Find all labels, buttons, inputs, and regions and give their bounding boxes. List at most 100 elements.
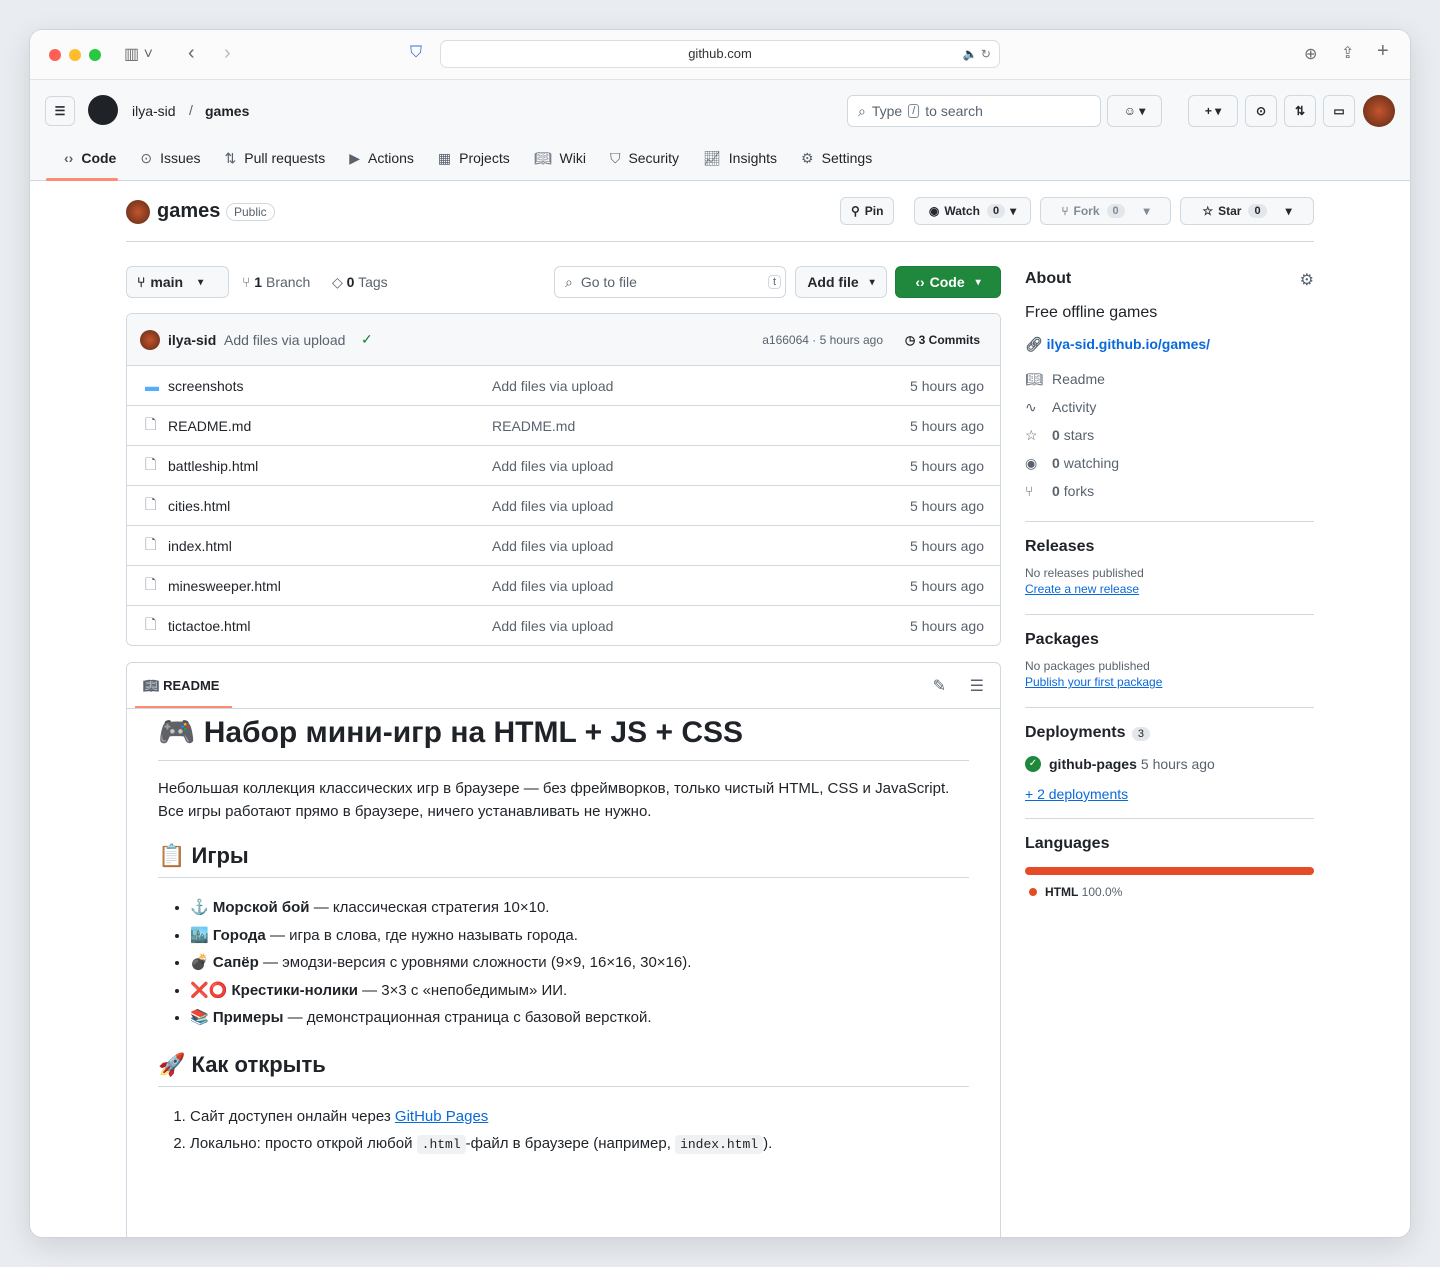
forward-icon[interactable]: › (224, 42, 231, 65)
commit-message[interactable]: Add files via upload (224, 332, 345, 348)
edit-icon[interactable]: ✎ (933, 676, 946, 696)
pin-button[interactable]: ⚲ Pin (840, 197, 895, 225)
language-item[interactable]: HTML 100.0% (1025, 885, 1122, 899)
file-commit-message[interactable]: Add files via upload (492, 458, 613, 474)
add-file-button[interactable]: Add file ▾ (795, 266, 887, 298)
more-deployments-link[interactable]: + 2 deployments (1025, 786, 1314, 802)
search-input[interactable]: ⌕ Type / to search (847, 95, 1101, 127)
share-icon[interactable]: ⇪ (1341, 43, 1354, 63)
branches-link[interactable]: ⑂ 1 Branch (242, 274, 310, 290)
step-text: -файл в браузере (например, (465, 1135, 676, 1152)
about-watching[interactable]: ◉ 0 watching (1025, 449, 1314, 477)
inbox-icon[interactable]: ▭ (1323, 95, 1355, 127)
file-name[interactable]: minesweeper.html (168, 578, 281, 594)
outline-icon[interactable]: ☰ (970, 676, 984, 696)
tab-security[interactable]: ⛉ Security (598, 144, 691, 172)
file-row[interactable]: ▬ screenshots Add files via upload 5 hours … (127, 365, 1000, 405)
game-emoji: ❌⭕ (190, 981, 228, 999)
commit-avatar (140, 330, 160, 350)
file-commit-message[interactable]: Add files via upload (492, 618, 613, 634)
file-row[interactable]: 🗋︎ index.html Add files via upload 5 hours … (127, 525, 1000, 565)
create-release-link[interactable]: Create a new release (1025, 582, 1139, 596)
about-count: 0 (1052, 427, 1060, 443)
file-name[interactable]: index.html (168, 538, 232, 554)
file-commit-message[interactable]: Add files via upload (492, 498, 613, 514)
tab-code[interactable]: ‹› Code (52, 144, 128, 172)
publish-package-link[interactable]: Publish your first package (1025, 675, 1162, 689)
file-commit-message[interactable]: Add files via upload (492, 378, 613, 394)
tab-insights[interactable]: 📈︎ Insights (691, 144, 789, 172)
file-row[interactable]: 🗋︎ battleship.html Add files via upload 5 h… (127, 445, 1000, 485)
github-pages-link[interactable]: GitHub Pages (395, 1108, 488, 1125)
pull-requests-icon[interactable]: ⇅ (1284, 95, 1316, 127)
tags-label: Tags (358, 274, 388, 290)
file-row[interactable]: 🗋︎ README.md README.md 5 hours ago (127, 405, 1000, 445)
file-row[interactable]: 🗋︎ cities.html Add files via upload 5 hours… (127, 485, 1000, 525)
issue-icon: ⊙ (140, 149, 153, 166)
issues-icon[interactable]: ⊙ (1245, 95, 1277, 127)
download-icon[interactable]: ⊕ (1304, 44, 1317, 64)
repo-title[interactable]: games (157, 200, 220, 223)
file-commit-message[interactable]: Add files via upload (492, 538, 613, 554)
tags-link[interactable]: ◇ 0 Tags (332, 274, 388, 291)
commit-author[interactable]: ilya-sid (168, 332, 216, 348)
back-icon[interactable]: ‹ (188, 42, 195, 65)
folder-icon: ▬ (145, 377, 159, 394)
tab-actions[interactable]: ▶ Actions (337, 144, 426, 172)
file-name[interactable]: cities.html (168, 498, 230, 514)
file-name[interactable]: battleship.html (168, 458, 258, 474)
sidebar-toggle-icon[interactable]: ▥ ˅ (124, 44, 153, 64)
repo-link[interactable]: games (205, 103, 249, 119)
readme-content: 🎮 Набор мини-игр на HTML + JS + CSS Небо… (127, 715, 1000, 1159)
deployments-heading[interactable]: Deployments (1025, 724, 1125, 741)
file-commit-message[interactable]: Add files via upload (492, 578, 613, 594)
watch-label: Watch (944, 204, 980, 218)
about-Activity[interactable]: ∿ Activity (1025, 393, 1314, 421)
gear-icon[interactable]: ⚙ (1300, 270, 1314, 290)
file-row[interactable]: 🗋︎ tictactoe.html Add files via upload 5 ho… (127, 605, 1000, 645)
address-bar[interactable]: github.com 🔈 ↻ (440, 40, 1000, 68)
file-commit-message[interactable]: README.md (492, 418, 575, 434)
create-new-button[interactable]: + ▾ (1188, 95, 1238, 127)
about-Readme[interactable]: 📖︎ Readme (1025, 365, 1314, 393)
readme-tab[interactable]: 📖︎ README (143, 678, 219, 694)
success-icon: ✓ (1025, 756, 1041, 772)
about-stars[interactable]: ☆ 0 stars (1025, 421, 1314, 449)
tab-issues[interactable]: ⊙ Issues (128, 144, 212, 172)
fork-button[interactable]: ⑂ Fork 0 ▾ (1040, 197, 1171, 225)
tab-pull-requests[interactable]: ⇅ Pull requests (213, 144, 338, 172)
deployment-item[interactable]: ✓ github-pages 5 hours ago (1025, 756, 1314, 772)
book-icon: 📖︎ (143, 678, 164, 693)
commits-link[interactable]: ◷ 3 Commits (905, 333, 980, 347)
file-name[interactable]: screenshots (168, 378, 243, 394)
shield-icon[interactable]: ⛉ (410, 44, 422, 62)
zoom-window-button[interactable] (89, 49, 101, 61)
copilot-button[interactable]: ☺ ▾ (1107, 95, 1162, 127)
reload-icon[interactable]: 🔈 ↻ (963, 41, 991, 67)
tab-label: Actions (367, 150, 414, 166)
code-button[interactable]: ‹› Code ▾ (895, 266, 1001, 298)
fork-count: 0 (1106, 204, 1125, 218)
file-name[interactable]: README.md (168, 418, 251, 434)
new-tab-icon[interactable]: + (1377, 40, 1389, 63)
minimize-window-button[interactable] (69, 49, 81, 61)
github-logo-icon[interactable] (88, 95, 118, 125)
about-forks[interactable]: ⑂ 0 forks (1025, 477, 1314, 505)
menu-button[interactable]: ☰ (45, 96, 75, 126)
commit-hash[interactable]: a166064 · 5 hours ago (762, 333, 883, 347)
avatar[interactable] (1363, 95, 1395, 127)
tab-settings[interactable]: ⚙ Settings (789, 144, 884, 172)
close-window-button[interactable] (49, 49, 61, 61)
tab-projects[interactable]: ▦ Projects (426, 144, 522, 172)
browser-window: ▥ ˅ ‹ › ⛉ github.com 🔈 ↻ ⊕ ⇪ + ☰ ilya-si… (30, 30, 1410, 1237)
watch-button[interactable]: ◉ Watch 0 ▾ (914, 197, 1031, 225)
star-button[interactable]: ☆ Star 0 ▾ (1180, 197, 1314, 225)
go-to-file-input[interactable]: ⌕ Go to file t (554, 266, 786, 298)
game-name: Морской бой (212, 899, 310, 916)
branch-select[interactable]: ⑂ main ▾ (126, 266, 229, 298)
file-row[interactable]: 🗋︎ minesweeper.html Add files via upload 5 … (127, 565, 1000, 605)
file-name[interactable]: tictactoe.html (168, 618, 250, 634)
owner-link[interactable]: ilya-sid (132, 103, 176, 119)
tab-wiki[interactable]: 📖︎ Wiki (522, 144, 598, 172)
website-link[interactable]: 🔗︎ ilya-sid.github.io/games/ (1025, 336, 1314, 353)
